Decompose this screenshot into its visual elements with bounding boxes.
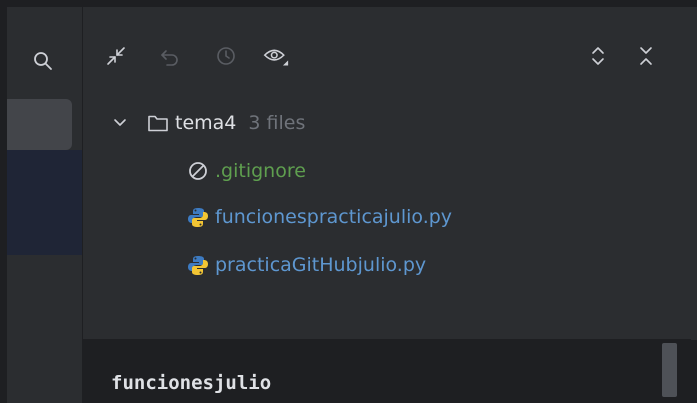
- tree-file-row[interactable]: .gitignore: [187, 149, 306, 193]
- folder-icon: [148, 115, 168, 132]
- collapse-icon[interactable]: [103, 43, 129, 69]
- window-top-border: [0, 0, 697, 7]
- commit-message-editor[interactable]: funcionesjulio: [83, 340, 697, 403]
- folder-file-count: 3 files: [248, 112, 306, 134]
- tree-file-row[interactable]: funcionespracticajulio.py: [187, 195, 452, 239]
- ignore-icon: [189, 162, 207, 180]
- file-name: practicaGitHubjulio.py: [215, 254, 427, 276]
- list-area: [7, 150, 82, 255]
- file-name: .gitignore: [215, 160, 306, 182]
- undo-icon[interactable]: [157, 43, 183, 69]
- python-icon: [188, 208, 208, 227]
- folder-name: tema4: [175, 112, 237, 134]
- selected-list-item[interactable]: [7, 99, 72, 150]
- changes-toolbar: [83, 7, 667, 85]
- python-icon: [188, 256, 208, 275]
- history-icon[interactable]: [213, 43, 239, 69]
- close-icon[interactable]: [633, 43, 659, 69]
- tree-file-row[interactable]: practicaGitHubjulio.py: [187, 243, 426, 287]
- commit-tool-window: tema4 3 files .gitignore funcionespracti…: [0, 0, 697, 403]
- window-left-border: [0, 0, 7, 403]
- window-right-border: [691, 7, 697, 340]
- tree-folder-row[interactable]: tema4 3 files: [113, 101, 305, 145]
- search-icon[interactable]: [33, 51, 53, 71]
- commit-message-text[interactable]: funcionesjulio: [111, 372, 271, 394]
- file-name: funcionespracticajulio.py: [215, 206, 453, 228]
- left-panel: [7, 7, 82, 403]
- scrollbar[interactable]: [662, 343, 677, 397]
- eye-icon[interactable]: [263, 43, 289, 69]
- changes-tree: tema4 3 files .gitignore funcionespracti…: [83, 95, 667, 325]
- expand-collapse-icon[interactable]: [585, 43, 611, 69]
- chevron-down-icon[interactable]: [113, 116, 127, 130]
